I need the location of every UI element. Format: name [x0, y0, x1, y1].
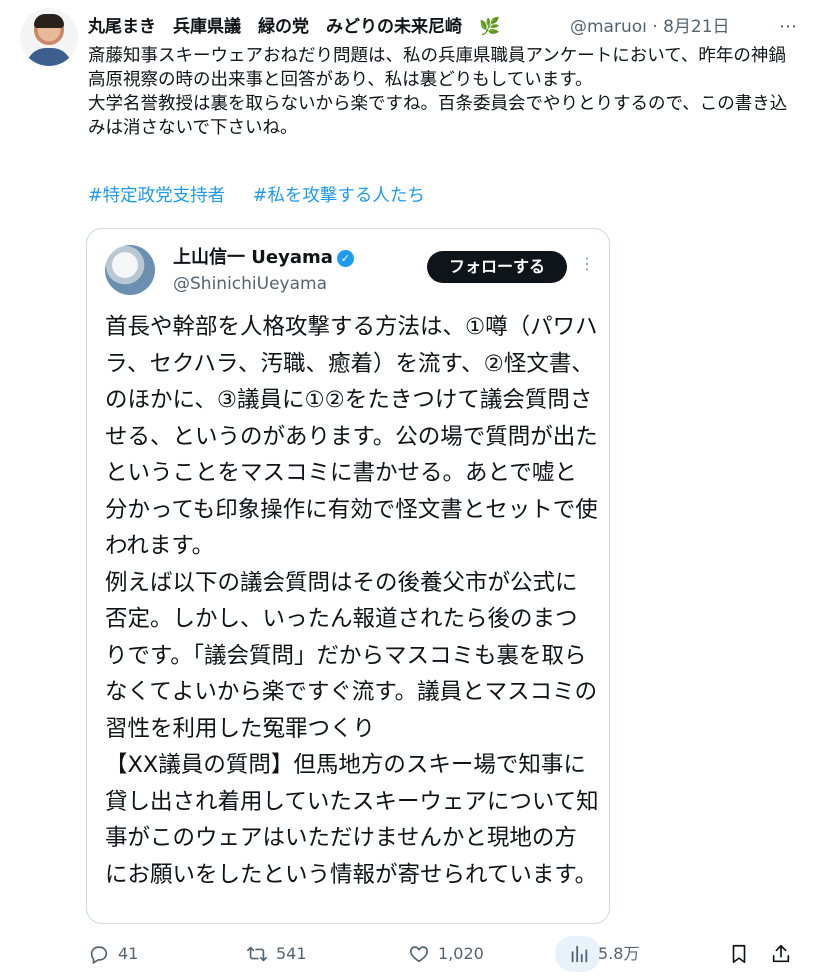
reply-count: 41	[118, 944, 139, 963]
hashtag-link[interactable]: #特定政党支持者	[88, 186, 225, 206]
tweet-date[interactable]: 8月21日	[663, 17, 729, 37]
views-icon	[571, 945, 588, 963]
author-handle-date[interactable]: @maruoı · 8月21日	[566, 14, 730, 40]
quoted-post-body: 首長や幹部を人格攻撃する方法は、①噂（パワハラ、セクハラ、汚職、癒着）を流す、②…	[105, 309, 599, 893]
author-handle[interactable]: @maruoı	[570, 17, 647, 37]
quoted-paragraph: 【XX議員の質問】但馬地方のスキー場で知事に貸し出され着用していたスキーウェアに…	[105, 752, 599, 888]
like-count: 1,020	[438, 944, 484, 963]
quoted-author-name-text: 上山信一 Ueyama	[173, 247, 333, 268]
quoted-author-avatar[interactable]	[105, 245, 155, 295]
bookmark-button[interactable]	[728, 940, 758, 968]
retweet-count: 541	[276, 944, 307, 963]
quoted-author-name[interactable]: 上山信一 Ueyama ✓	[173, 245, 354, 271]
quoted-author-handle[interactable]: @ShinichiUeyama	[173, 273, 327, 295]
author-avatar[interactable]	[20, 8, 78, 66]
hashtags: #特定政党支持者 #私を攻撃する人たち	[88, 184, 447, 208]
follow-button[interactable]: フォローする	[427, 251, 567, 283]
bookmark-icon	[732, 944, 746, 964]
quoted-paragraph: 首長や幹部を人格攻撃する方法は、①噂（パワハラ、セクハラ、汚職、癒着）を流す、②…	[105, 314, 598, 559]
share-icon	[772, 944, 790, 963]
avatar-shirt	[26, 48, 72, 66]
quoted-more-icon[interactable]: ⋮	[579, 254, 595, 274]
views-count: 5.8万	[598, 944, 640, 963]
views-button[interactable]: 5.8万	[568, 940, 639, 968]
tweet-line: 斎藤知事スキーウェアおねだり問題は、私の兵庫県職員アンケートにおいて、昨年の神鍋…	[88, 46, 786, 90]
tweet-line: 大学名誉教授は裏を取らないから楽ですね。百条委員会でやりとりするので、この書き込…	[88, 94, 788, 138]
reply-icon	[90, 946, 108, 965]
quoted-post-card[interactable]: 上山信一 Ueyama ✓ @ShinichiUeyama フォローする ⋮ 首長…	[86, 228, 610, 924]
tweet-header: 丸尾まき 兵庫県議 緑の党 みどりの未来尼崎 🌿 @maruoı · 8月21日…	[88, 14, 803, 40]
heart-icon	[409, 946, 429, 963]
tweet-text: 斎藤知事スキーウェアおねだり問題は、私の兵庫県職員アンケートにおいて、昨年の神鍋…	[88, 44, 793, 140]
reply-button[interactable]: 41	[88, 940, 138, 968]
more-icon[interactable]: ⋯	[771, 14, 797, 40]
hashtag-link[interactable]: #私を攻撃する人たち	[253, 186, 425, 206]
author-name[interactable]: 丸尾まき 兵庫県議 緑の党 みどりの未来尼崎 🌿	[88, 17, 500, 37]
avatar-hair	[34, 14, 64, 28]
quoted-paragraph: 例えば以下の議会質問はその後養父市が公式に否定。しかし、いったん報道されたら後の…	[105, 569, 598, 742]
retweet-icon	[247, 946, 267, 962]
retweet-button[interactable]: 541	[246, 940, 307, 968]
like-button[interactable]: 1,020	[408, 940, 484, 968]
action-bar: 41 541 1,020 5.8万	[0, 934, 815, 974]
verified-badge-icon: ✓	[336, 250, 354, 267]
share-button[interactable]	[770, 940, 800, 968]
